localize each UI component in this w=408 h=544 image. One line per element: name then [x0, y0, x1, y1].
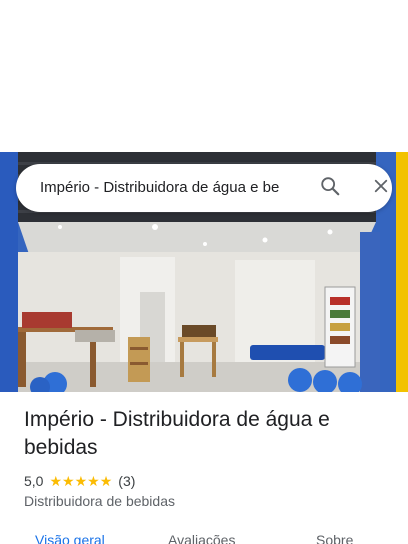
map-area: [0, 0, 408, 152]
tab-overview[interactable]: Visão geral: [35, 532, 105, 544]
close-button[interactable]: [366, 174, 396, 202]
star-icon: ★: [87, 473, 100, 489]
close-icon: [372, 177, 390, 200]
star-rating: ★ ★ ★ ★ ★: [49, 474, 112, 488]
tab-reviews[interactable]: Avaliações: [168, 532, 235, 544]
tab-about[interactable]: Sobre: [316, 532, 353, 544]
place-panel: Império - Distribuidora de água e be Imp…: [0, 0, 408, 544]
star-icon: ★: [74, 473, 88, 489]
search-input[interactable]: Império - Distribuidora de água e be: [40, 164, 302, 212]
search-icon: [319, 175, 341, 202]
star-icon: ★: [99, 473, 113, 489]
rating-value: 5,0: [24, 473, 44, 489]
place-title: Império - Distribuidora de água e bebida…: [24, 408, 330, 459]
rating-row[interactable]: 5,0 ★ ★ ★ ★ ★ (3): [24, 472, 135, 490]
search-button[interactable]: [314, 174, 346, 202]
star-icon: ★: [49, 473, 63, 489]
review-count[interactable]: (3): [118, 473, 135, 489]
search-bar[interactable]: Império - Distribuidora de água e be: [16, 164, 392, 212]
tab-bar: Visão geral Avaliações Sobre: [0, 528, 408, 544]
star-icon: ★: [62, 473, 75, 489]
place-category[interactable]: Distribuidora de bebidas: [24, 493, 175, 509]
